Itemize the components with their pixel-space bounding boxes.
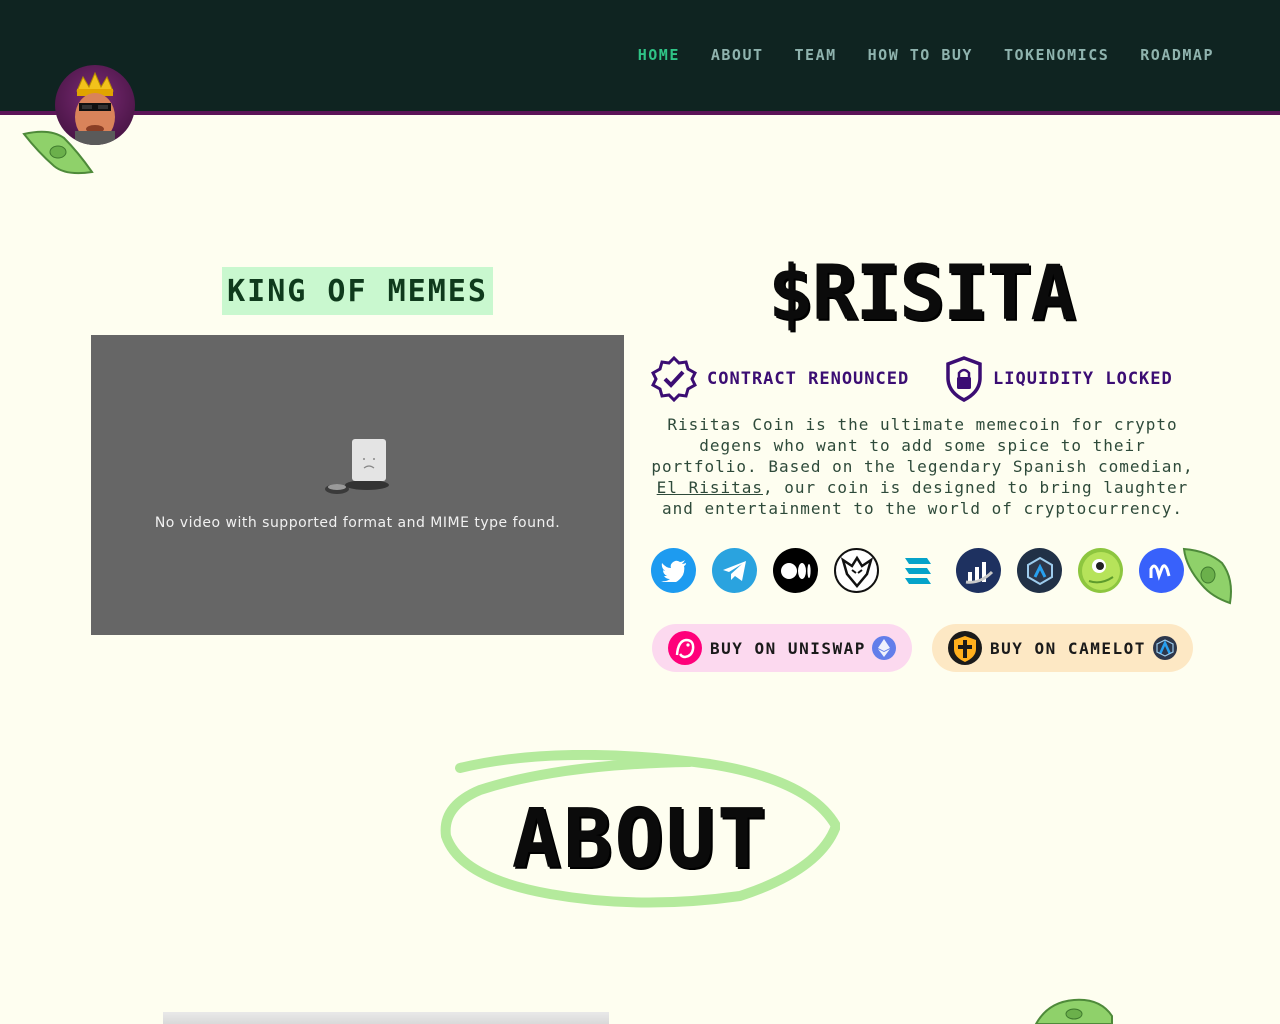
nav-link-about[interactable]: ABOUT [711, 46, 764, 64]
nav-link-home[interactable]: HOME [638, 46, 680, 64]
dextools-icon[interactable] [895, 548, 940, 593]
dexscreener-icon[interactable] [956, 548, 1001, 593]
buy-button-label: BUY ON CAMELOT [990, 638, 1146, 658]
eagle-icon[interactable] [834, 548, 879, 593]
verified-check-icon [651, 356, 697, 402]
medium-icon[interactable] [773, 548, 818, 593]
buy-on-uniswap-button[interactable]: BUY ON UNISWAP [652, 624, 912, 672]
token-ticker-title: $RISITA [767, 247, 1076, 337]
uniswap-icon [668, 631, 702, 665]
hero-video-player[interactable]: No video with supported format and MIME … [91, 335, 624, 635]
coingecko-icon[interactable] [1078, 548, 1123, 593]
hero-description: Risitas Coin is the ultimate memecoin fo… [650, 414, 1195, 519]
broken-video-icon [325, 439, 389, 494]
hero-tagline: KING OF MEMES [222, 267, 493, 315]
nav-link-how-to-buy[interactable]: HOW TO BUY [868, 46, 973, 64]
arbiscan-icon[interactable] [1017, 548, 1062, 593]
twitter-icon[interactable] [651, 548, 696, 593]
ethereum-icon [872, 636, 896, 660]
top-nav-bar: HOME ABOUT TEAM HOW TO BUY TOKENOMICS RO… [0, 0, 1280, 111]
money-bill-icon [22, 130, 94, 175]
badge-label: CONTRACT RENOUNCED [707, 369, 910, 389]
description-text-start: Risitas Coin is the ultimate memecoin fo… [651, 415, 1194, 476]
header-divider [0, 111, 1280, 115]
buy-button-label: BUY ON UNISWAP [710, 638, 866, 658]
money-bill-icon [1034, 998, 1113, 1024]
shield-lock-icon [946, 356, 982, 402]
badge-label: LIQUIDITY LOCKED [993, 369, 1173, 389]
badge-liquidity-locked: LIQUIDITY LOCKED [945, 356, 1173, 402]
buy-on-camelot-button[interactable]: BUY ON CAMELOT [932, 624, 1193, 672]
trust-badges: CONTRACT RENOUNCED LIQUIDITY LOCKED [651, 356, 1191, 402]
el-risitas-link[interactable]: El Risitas [657, 478, 763, 497]
nav-link-roadmap[interactable]: ROADMAP [1140, 46, 1214, 64]
badge-contract-renounced: CONTRACT RENOUNCED [651, 356, 909, 402]
about-heading: ABOUT [440, 750, 840, 910]
about-title: ABOUT [511, 792, 769, 887]
main-nav: HOME ABOUT TEAM HOW TO BUY TOKENOMICS RO… [638, 46, 1214, 64]
about-image [163, 1012, 609, 1024]
arbitrum-icon [1153, 636, 1177, 660]
nav-link-tokenomics[interactable]: TOKENOMICS [1004, 46, 1109, 64]
social-links [651, 548, 1184, 593]
telegram-icon[interactable] [712, 548, 757, 593]
camelot-icon [948, 631, 982, 665]
video-error-message: No video with supported format and MIME … [154, 515, 561, 531]
nav-link-team[interactable]: TEAM [795, 46, 837, 64]
money-bill-icon [1182, 547, 1232, 605]
